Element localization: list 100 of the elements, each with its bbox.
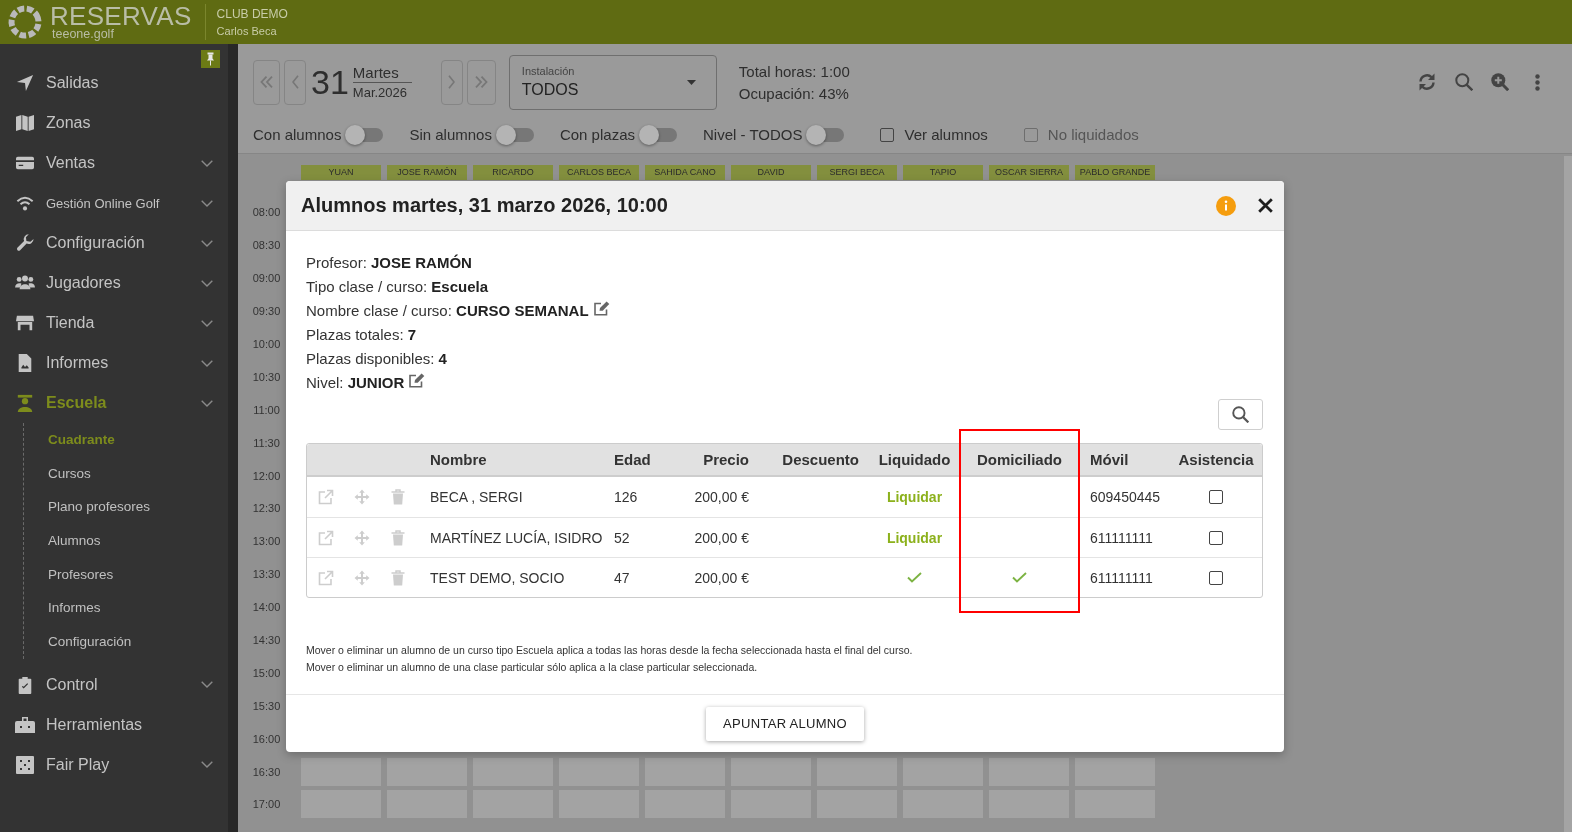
table-cell: 611111111 (1090, 569, 1153, 586)
more-vertical-icon[interactable] (1535, 73, 1540, 91)
weekday-label: Martes (352, 64, 412, 83)
teacher-tag: TAPIO (903, 165, 983, 180)
teacher-tag: SAHIDA CANO (645, 165, 725, 180)
slot-cell[interactable] (559, 757, 639, 786)
back-button[interactable] (284, 59, 306, 105)
clipboard-icon (17, 675, 33, 694)
sidebar-item[interactable]: Zonas (0, 103, 228, 143)
filter-label: No liquidados (1047, 126, 1139, 143)
document-icon (17, 354, 33, 372)
checkbox[interactable] (1209, 490, 1223, 504)
sidebar-item[interactable]: Ventas (0, 143, 228, 183)
info-icon[interactable] (1216, 195, 1236, 216)
credit-card-icon (16, 154, 34, 172)
trash-icon[interactable] (391, 529, 405, 546)
slot-cell[interactable] (817, 757, 897, 786)
sidebar-subitem[interactable]: Cursos (24, 456, 228, 491)
table-cell: 47 (614, 569, 630, 586)
checkbox[interactable] (1209, 570, 1223, 585)
sidebar-subitem[interactable]: Profesores (24, 557, 228, 592)
map-icon (16, 114, 34, 132)
toggle-switch[interactable] (806, 124, 845, 145)
slot-cell[interactable] (387, 757, 467, 786)
wrench-icon (16, 234, 34, 252)
sidebar-item[interactable]: Configuración (0, 223, 228, 263)
close-icon[interactable] (1258, 198, 1273, 213)
move-icon[interactable] (354, 489, 370, 505)
sidebar-item[interactable]: Informes (0, 343, 228, 383)
club-name: CLUB DEMO (216, 7, 288, 21)
time-label: 08:00 (251, 206, 282, 219)
search-button[interactable] (1218, 399, 1263, 430)
search-icon[interactable] (1455, 73, 1473, 91)
note-text: Mover o eliminar un alumno de un curso tipo Escuela aplica a todas las horas desde la fecha seleccionada hasta el final del curso. (306, 643, 914, 658)
detail-text: Nivel: JUNIOR (306, 373, 405, 391)
table-cell: 611111111 (1090, 529, 1153, 546)
external-link-icon[interactable] (317, 569, 334, 586)
column-header: Móvil (1090, 451, 1129, 468)
teacher-tag: DAVID (731, 165, 811, 180)
toggle-switch[interactable] (345, 124, 384, 145)
move-icon[interactable] (354, 569, 370, 586)
zoom-in-icon[interactable] (1491, 73, 1509, 91)
summary-text: Ocupación: 43% (738, 84, 850, 102)
user-name: Carlos Beca (216, 25, 278, 37)
chevron-right-icon (448, 75, 456, 89)
trash-icon[interactable] (391, 569, 405, 586)
installation-select[interactable]: Instalación TODOS (508, 54, 717, 110)
slot-cell[interactable] (731, 757, 811, 786)
location-arrow-icon (16, 74, 34, 92)
toggle-switch[interactable] (495, 124, 534, 145)
pin-icon[interactable] (201, 50, 220, 68)
month-label: Mar.2026 (352, 85, 409, 100)
time-label: 09:00 (251, 272, 282, 285)
add-student-button[interactable]: APUNTAR ALUMNO (706, 706, 864, 741)
edit-icon[interactable] (593, 301, 610, 316)
slot-cell[interactable] (903, 757, 983, 786)
move-icon[interactable] (354, 529, 370, 546)
toolbox-icon (15, 716, 35, 734)
sidebar-item[interactable]: Herramientas (0, 704, 228, 745)
jump-forward-button[interactable] (466, 59, 496, 105)
checkbox[interactable] (1209, 530, 1223, 545)
time-label: 15:00 (251, 666, 282, 679)
refresh-icon[interactable] (1418, 73, 1436, 91)
checkbox[interactable] (880, 127, 895, 142)
time-label: 10:00 (251, 338, 282, 350)
sidebar-subitem[interactable]: Configuración (24, 625, 228, 659)
time-label: 09:30 (251, 305, 282, 318)
caret-down-icon (686, 79, 696, 85)
time-label: 11:00 (252, 403, 281, 416)
table-cell: 126 (614, 489, 638, 505)
forward-button[interactable] (440, 59, 463, 105)
teacher-tag: SERGI BECA (817, 165, 897, 180)
slot-cell[interactable] (301, 757, 381, 786)
jump-back-button[interactable] (253, 59, 280, 105)
table-cell: 200,00 € (694, 529, 749, 546)
edit-icon[interactable] (409, 373, 426, 388)
detail-text: Nombre clase / curso: CURSO SEMANAL (306, 301, 589, 319)
external-link-icon[interactable] (317, 529, 334, 546)
slot-cell[interactable] (645, 757, 725, 786)
slot-cell[interactable] (473, 757, 553, 786)
filter-label: Nivel - TODOS (703, 126, 803, 143)
slot-cell[interactable] (989, 757, 1069, 786)
trash-icon[interactable] (391, 489, 405, 505)
table-cell: 200,00 € (694, 489, 749, 505)
toggle-switch[interactable] (639, 124, 677, 145)
sidebar-subitem[interactable]: Plano profesores (24, 490, 228, 525)
graduate-icon (16, 394, 34, 412)
time-label: 12:30 (251, 502, 282, 515)
sidebar-item[interactable]: Tienda (0, 303, 228, 343)
slot-cell[interactable] (1075, 757, 1155, 786)
sidebar-item[interactable]: Control (0, 664, 228, 705)
sidebar-item[interactable]: Gestión Online Golf (0, 183, 228, 223)
sidebar-item[interactable]: Fair Play (0, 744, 228, 785)
double-chevron-left-icon (260, 76, 273, 88)
sidebar-item[interactable]: Salidas (0, 63, 228, 103)
external-link-icon[interactable] (317, 489, 334, 505)
sidebar-item[interactable]: Jugadores (0, 263, 228, 303)
sidebar-subitem[interactable]: Alumnos (24, 524, 228, 558)
sidebar-subitem[interactable]: Informes (24, 591, 228, 626)
table-cell: BECA , SERGI (430, 489, 523, 505)
